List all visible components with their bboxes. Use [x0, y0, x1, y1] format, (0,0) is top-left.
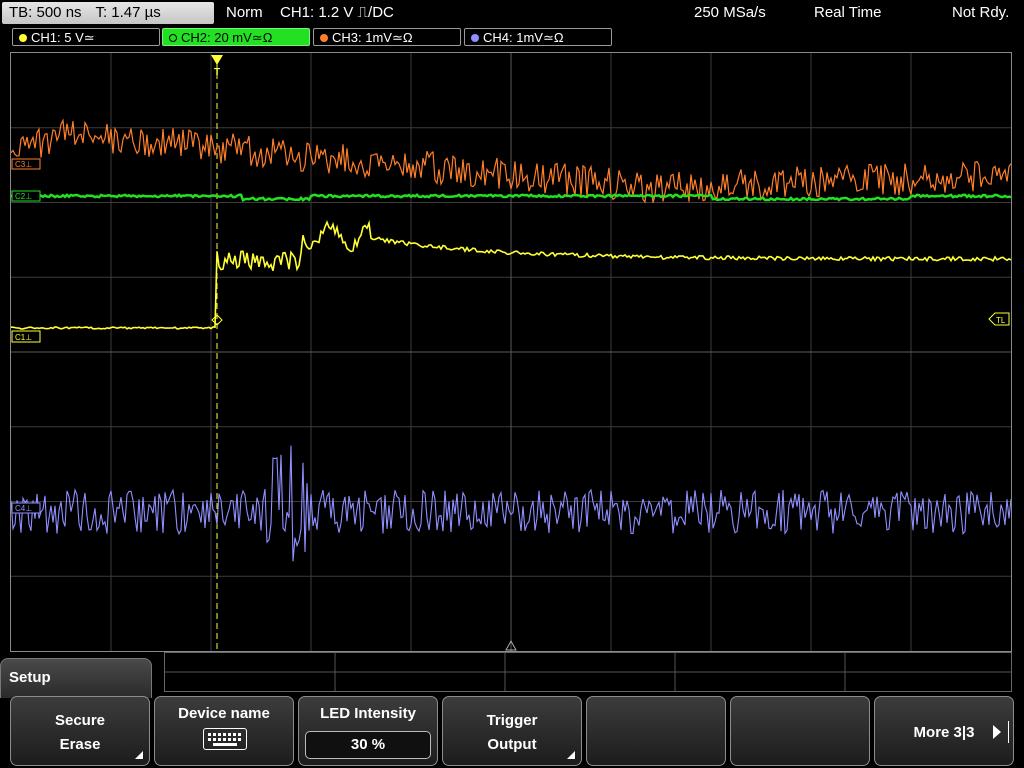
trigger-position-text: T: [214, 67, 220, 78]
led-intensity-label: LED Intensity: [320, 705, 416, 722]
waveform-display[interactable]: T C3⊥ C2⊥ C1⊥ C4⊥ TL: [10, 52, 1012, 652]
trigger-output-button[interactable]: Trigger Output: [442, 696, 582, 766]
ch3-ground-marker: C3⊥: [11, 158, 41, 170]
channel-tab-ch1[interactable]: CH1: 5 V≃: [12, 28, 160, 46]
ch3-label: CH3: 1mV≃Ω: [332, 30, 413, 45]
ch2-dot-icon: [169, 34, 177, 42]
ch4-ground-marker: C4⊥: [11, 502, 41, 514]
info-strip: [164, 652, 1012, 692]
keyboard-icon: [203, 728, 247, 750]
ch2-label: CH2: 20 mV≃Ω: [181, 30, 273, 45]
timebase-label: TB: 500 ns: [9, 4, 82, 21]
trigger-level-marker: TL: [988, 312, 1010, 326]
ch4-label: CH4: 1mV≃Ω: [483, 30, 564, 45]
secure-erase-line1: Secure: [54, 712, 106, 729]
waveform-canvas: T C3⊥ C2⊥ C1⊥ C4⊥ TL: [11, 53, 1011, 651]
graticule-grid: [11, 53, 1011, 651]
ch4-dot-icon: [471, 34, 479, 42]
submenu-corner-icon: [567, 751, 575, 759]
acquisition-state-label: Not Rdy.: [952, 4, 1010, 21]
channel-tab-ch4[interactable]: CH4: 1mV≃Ω: [464, 28, 612, 46]
trigger-level-text: TL: [996, 316, 1006, 325]
trigger-position-icon: [211, 55, 223, 65]
secure-erase-button[interactable]: Secure Erase: [10, 696, 150, 766]
setup-tab-label: Setup: [9, 669, 51, 686]
led-intensity-value[interactable]: 30 %: [305, 731, 431, 759]
ch1-ground-marker: C1⊥: [11, 330, 41, 343]
channel-tab-ch2[interactable]: CH2: 20 mV≃Ω: [162, 28, 310, 46]
ch3-marker-text: C3⊥: [15, 160, 32, 169]
menu-title-setup: Setup: [0, 658, 152, 698]
ch1-label: CH1: 5 V≃: [31, 30, 95, 45]
status-bar: TB: 500 ns T: 1.47 µs Norm CH1: 1.2 V ⎍/…: [0, 0, 1024, 26]
trigger-output-line2: Output: [487, 736, 537, 753]
channel-tab-ch3[interactable]: CH3: 1mV≃Ω: [313, 28, 461, 46]
ch2-marker-text: C2⊥: [15, 192, 32, 201]
submenu-corner-icon: [135, 751, 143, 759]
ch3-dot-icon: [320, 34, 328, 42]
softkey-empty-5[interactable]: [586, 696, 726, 766]
trigger-output-line1: Trigger: [486, 712, 538, 729]
ch2-ground-marker: C2⊥: [11, 190, 41, 202]
device-name-label: Device name: [178, 705, 270, 722]
acquisition-mode-label: Real Time: [814, 4, 882, 21]
next-page-icon: [993, 725, 1001, 739]
more-button[interactable]: More 3|3: [874, 696, 1014, 766]
timebase-box[interactable]: TB: 500 ns T: 1.47 µs: [2, 2, 214, 24]
ch1-dot-icon: [19, 34, 27, 42]
ch4-marker-text: C4⊥: [15, 504, 32, 513]
trigger-source-label[interactable]: CH1: 1.2 V ⎍/DC: [280, 3, 394, 23]
sample-rate-label: 250 MSa/s: [694, 4, 766, 21]
device-name-button[interactable]: Device name: [154, 696, 294, 766]
next-page-bar-icon: [1008, 721, 1009, 743]
led-intensity-button[interactable]: LED Intensity 30 %: [298, 696, 438, 766]
trigger-time-label: T: 1.47 µs: [95, 4, 161, 21]
trigger-mode-label[interactable]: Norm: [226, 3, 263, 23]
softkey-empty-6[interactable]: [730, 696, 870, 766]
ch1-marker-text: C1⊥: [15, 333, 32, 342]
secure-erase-line2: Erase: [59, 736, 101, 753]
